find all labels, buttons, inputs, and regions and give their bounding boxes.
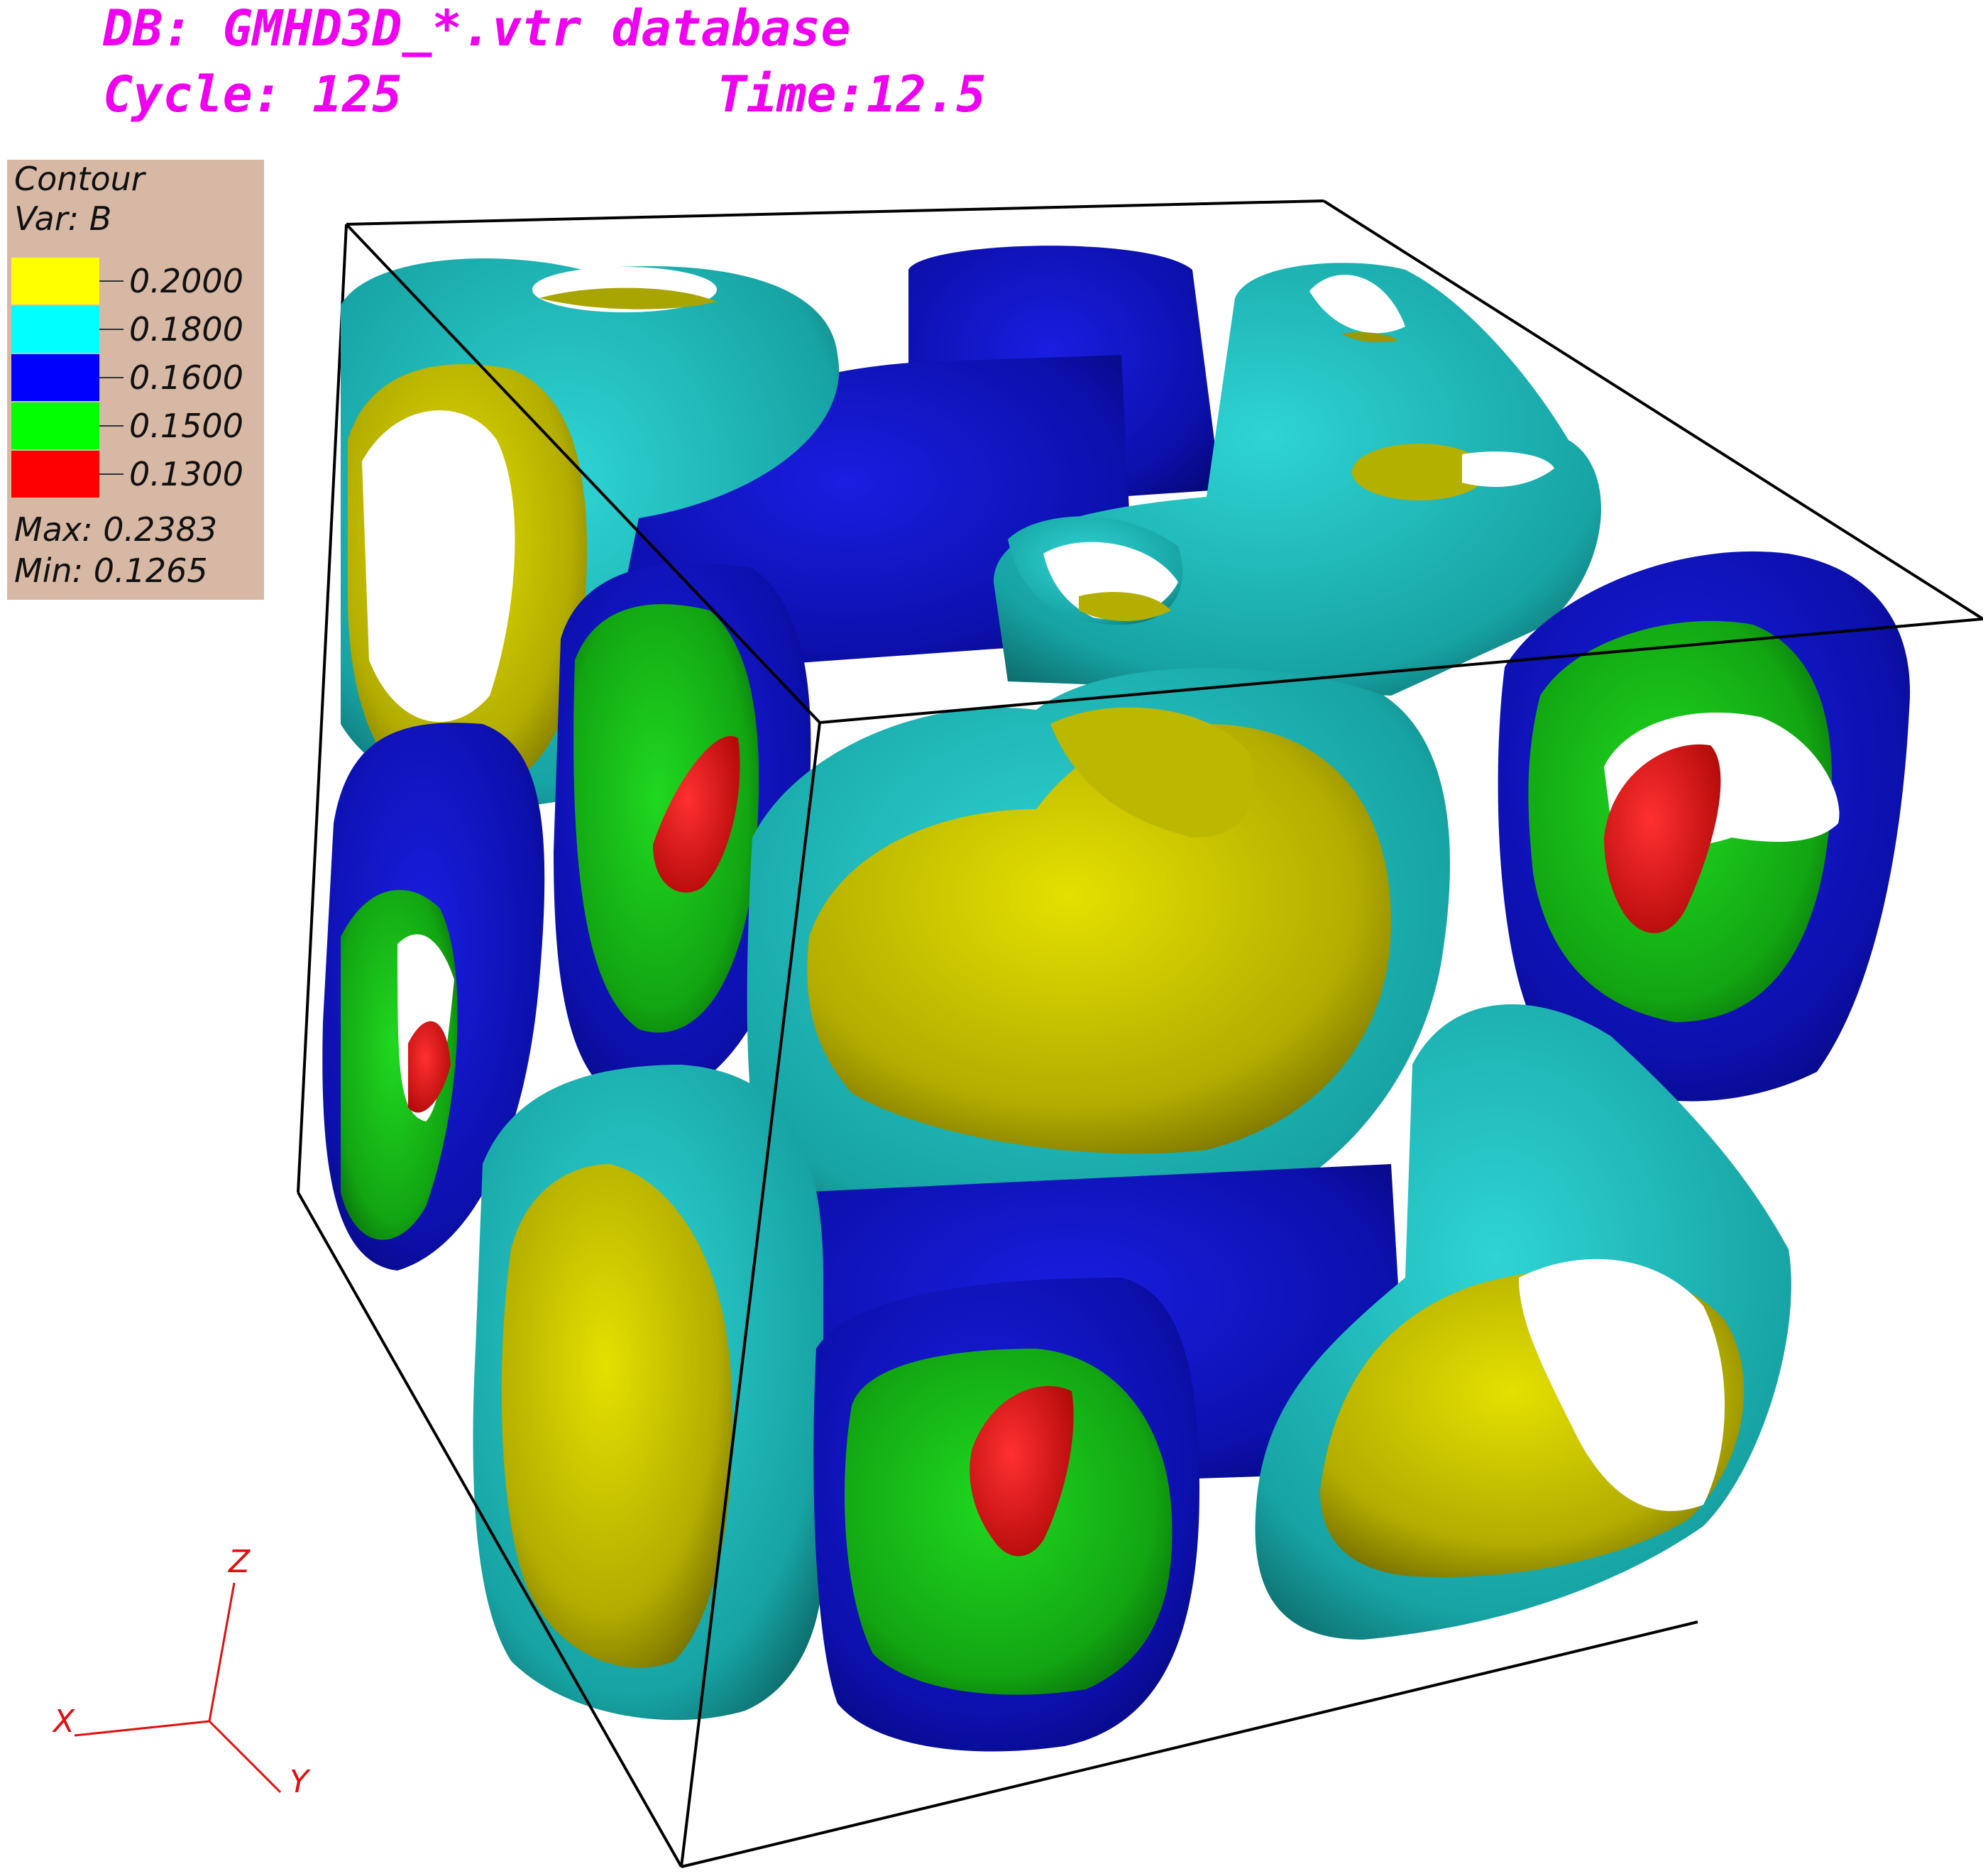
- z-axis-label: Z: [228, 1544, 251, 1580]
- x-axis-label: X: [52, 1704, 75, 1740]
- y-axis-label: Y: [290, 1764, 311, 1800]
- blue-green-red-ring-lower-center: [813, 1278, 1199, 1752]
- z-axis-line: [208, 1582, 236, 1722]
- isosurface-render: Z X Y: [52, 199, 1983, 1868]
- x-axis-line: [74, 1720, 210, 1737]
- cyan-yellow-isosurface-lower-left: [473, 1065, 823, 1721]
- y-axis-line: [208, 1720, 282, 1794]
- axes-triad: [74, 1582, 282, 1794]
